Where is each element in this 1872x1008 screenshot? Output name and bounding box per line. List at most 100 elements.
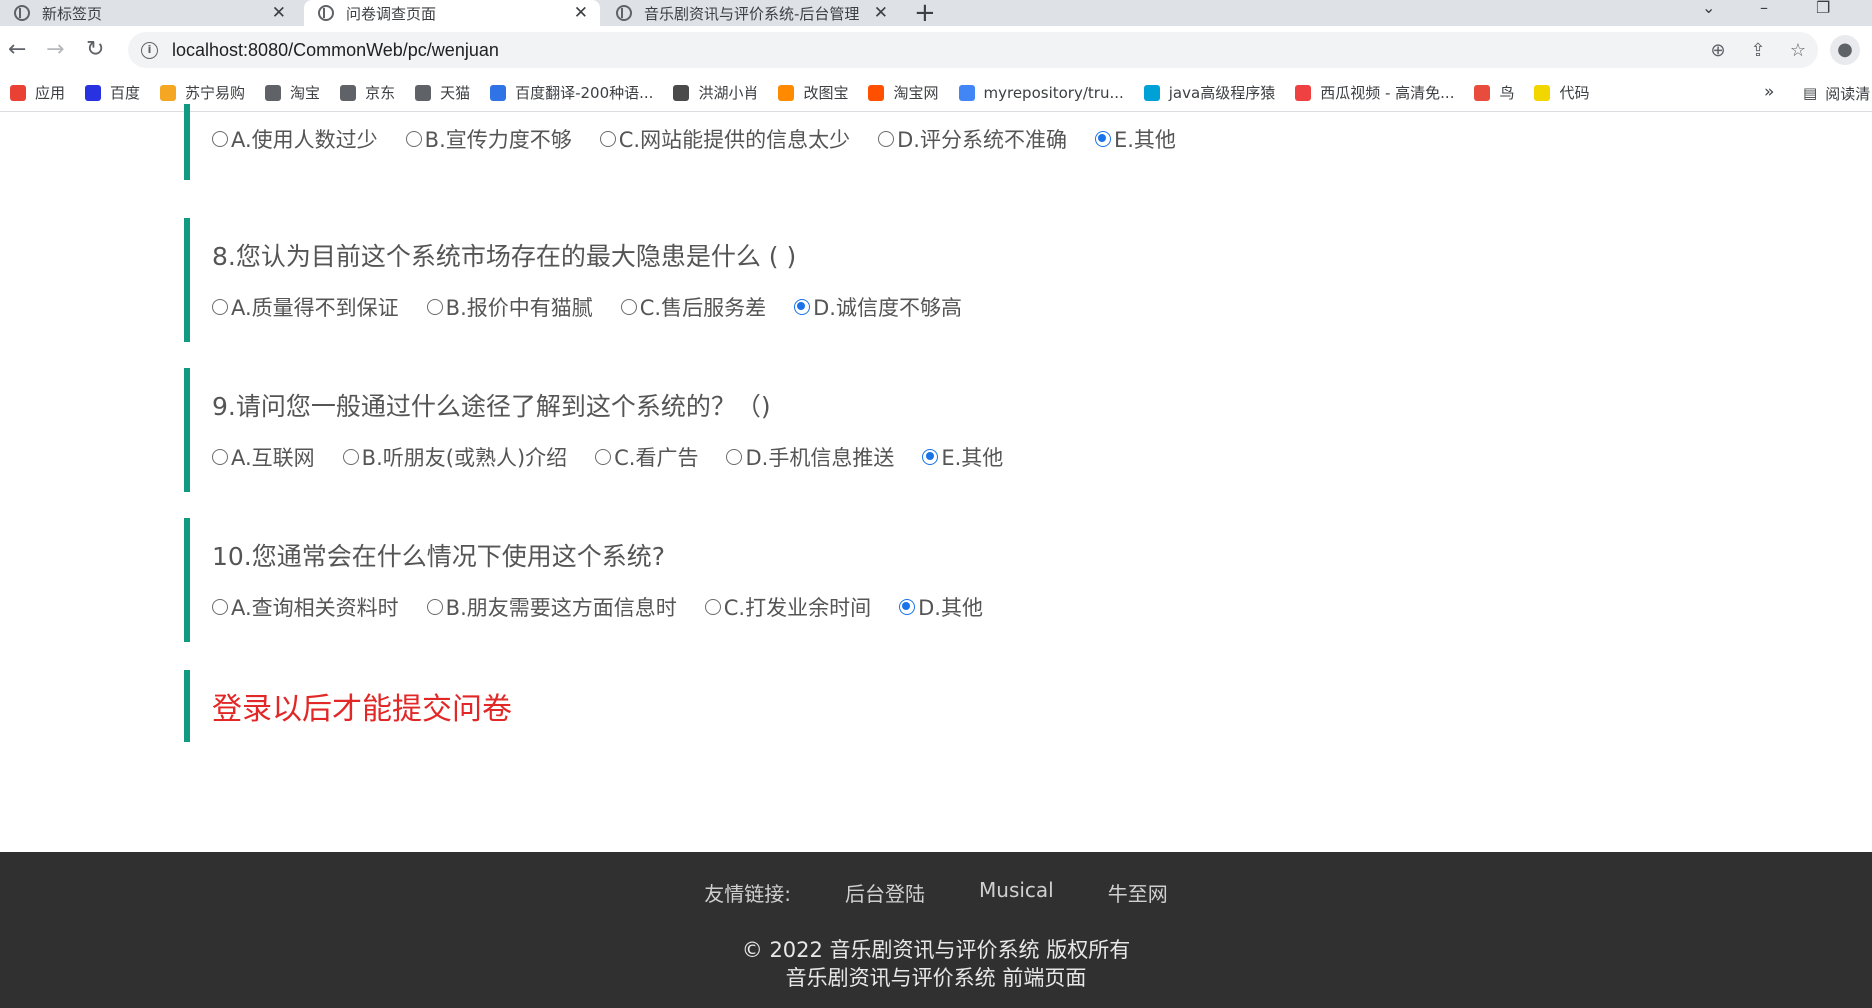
radio-option[interactable]: C.打发业余时间 xyxy=(704,592,872,622)
bookmark-item[interactable]: 苏宁易购 xyxy=(160,82,245,103)
bookmark-favicon-icon xyxy=(340,84,357,101)
radio-option[interactable]: B.朋友需要这方面信息时 xyxy=(426,592,677,622)
bookmark-label: java高级程序猿 xyxy=(1168,84,1276,102)
bookmark-favicon-icon xyxy=(85,84,102,101)
radio-unchecked-icon[interactable] xyxy=(405,131,422,147)
tab-questionnaire[interactable]: 问卷调查页面 ✕ xyxy=(304,0,600,26)
radio-unchecked-icon[interactable] xyxy=(878,131,895,147)
radio-checked-icon[interactable] xyxy=(922,449,939,465)
radio-option[interactable]: A.使用人数过少 xyxy=(212,124,378,154)
bookmarks-overflow-button[interactable]: » xyxy=(1764,82,1774,102)
radio-option[interactable]: D.其他 xyxy=(899,592,983,622)
bookmark-item[interactable]: 京东 xyxy=(340,82,395,103)
radio-option-label: E.其他 xyxy=(941,446,1004,470)
close-icon[interactable]: ✕ xyxy=(574,4,588,22)
tab-title: 新标签页 xyxy=(42,4,103,23)
star-icon[interactable]: ☆ xyxy=(1778,40,1818,61)
question-title: 8.您认为目前这个系统市场存在的最大隐患是什么 ( ) xyxy=(212,242,797,271)
url-text[interactable]: localhost:8080/CommonWeb/pc/wenjuan xyxy=(172,40,499,61)
question-options: A.使用人数过少 B.宣传力度不够 C.网站能提供的信息太少 D.评分系统不准确 E.其… xyxy=(212,122,1384,156)
radio-unchecked-icon[interactable] xyxy=(599,131,616,147)
bookmark-item[interactable]: 西瓜视频 - 高清免... xyxy=(1295,82,1454,103)
globe-icon xyxy=(616,5,632,21)
bookmark-item[interactable]: 淘宝网 xyxy=(868,82,939,103)
radio-option[interactable]: D.诚信度不够高 xyxy=(794,292,962,322)
radio-option[interactable]: A.互联网 xyxy=(212,442,315,472)
bookmark-item[interactable]: myrepository/tru... xyxy=(958,84,1124,102)
radio-option[interactable]: E.其他 xyxy=(922,442,1003,472)
bookmark-item[interactable]: 鸟 xyxy=(1474,82,1514,103)
bookmark-favicon-icon xyxy=(265,84,282,101)
radio-checked-icon[interactable] xyxy=(1094,131,1111,147)
radio-option[interactable]: A.查询相关资料时 xyxy=(212,592,399,622)
radio-option[interactable]: C.售后服务差 xyxy=(620,292,766,322)
info-icon[interactable]: i xyxy=(141,41,158,59)
bookmark-item[interactable]: 百度 xyxy=(85,82,140,103)
radio-option[interactable]: D.评分系统不准确 xyxy=(878,124,1067,154)
new-tab-button[interactable]: + xyxy=(914,0,936,28)
radio-checked-icon[interactable] xyxy=(794,299,811,315)
footer-link-niuzhi[interactable]: 牛至网 xyxy=(1108,878,1168,907)
bookmark-item[interactable]: java高级程序猿 xyxy=(1143,82,1276,103)
back-arrow-icon[interactable]: ← xyxy=(8,35,26,65)
radio-option[interactable]: B.报价中有猫腻 xyxy=(426,292,593,322)
radio-unchecked-icon[interactable] xyxy=(595,449,612,465)
radio-option-label: B.朋友需要这方面信息时 xyxy=(445,596,677,620)
bookmark-item[interactable]: 淘宝 xyxy=(265,82,320,103)
bookmark-label: 百度 xyxy=(110,84,141,102)
radio-unchecked-icon[interactable] xyxy=(212,299,228,315)
radio-unchecked-icon[interactable] xyxy=(704,599,721,615)
address-bar[interactable]: i localhost:8080/CommonWeb/pc/wenjuan ⊕ … xyxy=(128,32,1818,68)
radio-option-label: D.诚信度不够高 xyxy=(813,296,962,320)
radio-option[interactable]: B.宣传力度不够 xyxy=(405,124,572,154)
radio-unchecked-icon[interactable] xyxy=(726,449,743,465)
question-options: A.互联网 B.听朋友(或熟人)介绍 C.看广告 D.手机信息推送 E.其他 xyxy=(212,440,1384,474)
profile-avatar-icon[interactable]: ● xyxy=(1830,35,1860,65)
close-icon[interactable]: ✕ xyxy=(272,4,286,22)
reading-list-icon: ▤ xyxy=(1803,84,1818,102)
radio-unchecked-icon[interactable] xyxy=(212,131,228,147)
radio-unchecked-icon[interactable] xyxy=(342,449,359,465)
radio-checked-icon[interactable] xyxy=(899,599,916,615)
tab-new-tab[interactable]: 新标签页 ✕ xyxy=(0,0,298,26)
bookmark-favicon-icon xyxy=(415,84,432,101)
bookmark-label: 代码 xyxy=(1559,84,1590,102)
radio-option[interactable]: D.手机信息推送 xyxy=(726,442,894,472)
radio-option[interactable]: C.看广告 xyxy=(595,442,698,472)
radio-option[interactable]: E.其他 xyxy=(1094,124,1176,154)
radio-unchecked-icon[interactable] xyxy=(212,599,228,615)
radio-unchecked-icon[interactable] xyxy=(212,449,228,465)
chevron-down-icon[interactable]: ⌄ xyxy=(1702,0,1715,17)
close-icon[interactable]: ✕ xyxy=(874,4,888,22)
reading-list-button[interactable]: ▤ 阅读清 xyxy=(1803,74,1870,112)
forward-arrow-icon[interactable]: → xyxy=(46,35,64,65)
bookmark-label: 淘宝网 xyxy=(893,84,939,102)
bookmark-label: 苏宁易购 xyxy=(185,84,246,102)
radio-option-label: B.听朋友(或熟人)介绍 xyxy=(361,446,568,470)
tab-admin[interactable]: 音乐剧资讯与评价系统-后台管理 ✕ xyxy=(602,0,900,26)
radio-unchecked-icon[interactable] xyxy=(620,299,637,315)
browser-tabstrip: 新标签页 ✕ 问卷调查页面 ✕ 音乐剧资讯与评价系统-后台管理 ✕ + ⌄ – … xyxy=(0,0,1872,28)
bookmark-item[interactable]: 洪湖小肖 xyxy=(673,82,758,103)
restore-icon[interactable]: ❐ xyxy=(1816,0,1830,17)
zoom-icon[interactable]: ⊕ xyxy=(1698,40,1738,61)
bookmark-item[interactable]: 代码 xyxy=(1534,82,1590,103)
footer-link-admin-login[interactable]: 后台登陆 xyxy=(845,878,925,907)
radio-unchecked-icon[interactable] xyxy=(426,299,443,315)
bookmark-favicon-icon xyxy=(160,84,177,101)
radio-option[interactable]: C.网站能提供的信息太少 xyxy=(599,124,850,154)
radio-unchecked-icon[interactable] xyxy=(426,599,443,615)
bookmark-item[interactable]: 改图宝 xyxy=(778,82,848,103)
reload-icon[interactable]: ↻ xyxy=(86,35,104,65)
minimize-icon[interactable]: – xyxy=(1760,0,1768,17)
bookmark-favicon-icon xyxy=(958,84,975,101)
share-icon[interactable]: ⇪ xyxy=(1738,40,1778,61)
bookmark-item[interactable]: 百度翻译-200种语... xyxy=(490,82,653,103)
radio-option[interactable]: B.听朋友(或熟人)介绍 xyxy=(342,442,568,472)
bookmark-item[interactable]: 应用 xyxy=(10,82,65,103)
bookmark-item[interactable]: 天猫 xyxy=(415,82,470,103)
radio-option-label: C.打发业余时间 xyxy=(723,596,872,620)
footer-link-musical[interactable]: Musical xyxy=(979,878,1054,907)
radio-option[interactable]: A.质量得不到保证 xyxy=(212,292,399,322)
question-block: 9.请问您一般通过什么途径了解到这个系统的？（) A.互联网 B.听朋友(或熟人)介… xyxy=(184,368,1384,492)
